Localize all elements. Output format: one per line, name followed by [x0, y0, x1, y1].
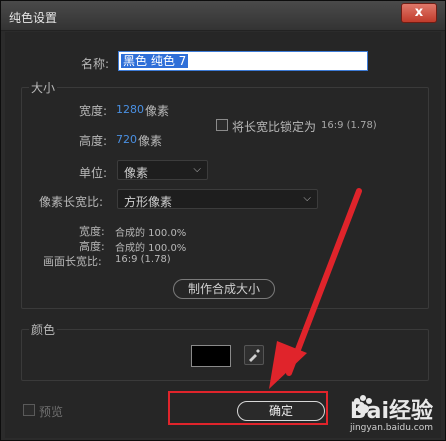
- watermark-brand: Bai经验: [349, 399, 433, 424]
- solid-settings-dialog: 纯色设置 x 名称: 黑色 纯色 7 大小 宽度: 1280 像素 将长宽比锁定…: [0, 0, 446, 441]
- red-arrow-annotation: [269, 188, 362, 389]
- watermark-url: jingyan.baidu.com: [349, 423, 433, 433]
